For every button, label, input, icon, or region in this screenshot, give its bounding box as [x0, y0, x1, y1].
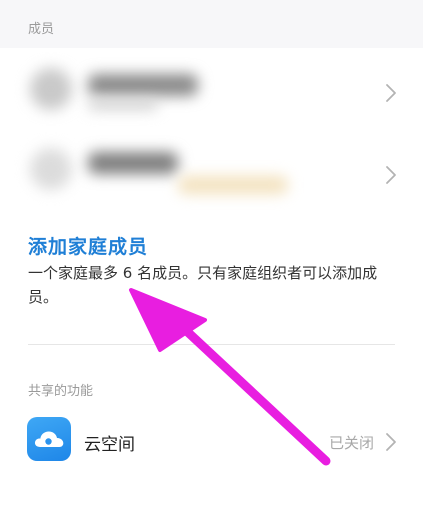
annotation-arrow — [129, 288, 331, 466]
